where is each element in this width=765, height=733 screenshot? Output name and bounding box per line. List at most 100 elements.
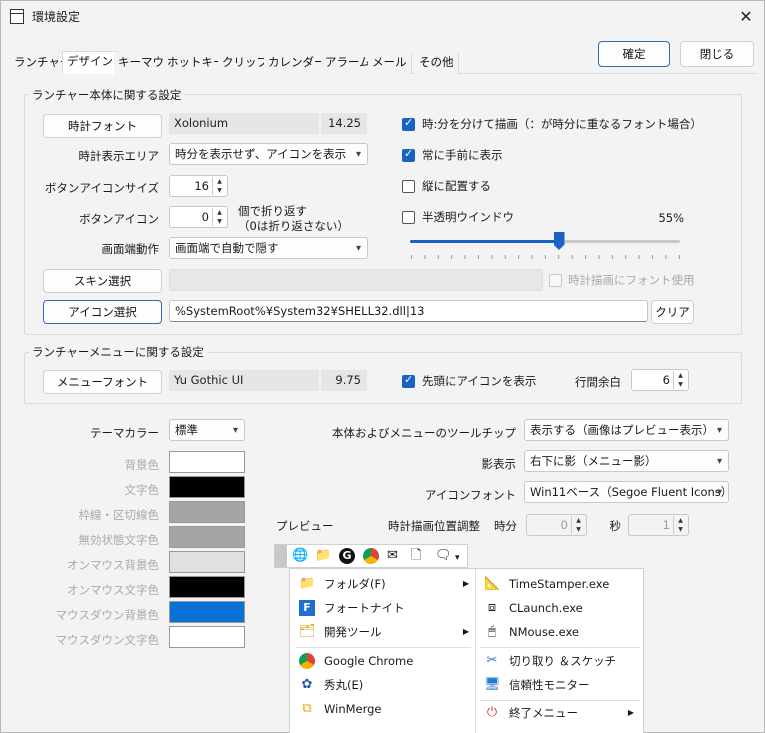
- close-button[interactable]: 閉じる: [680, 41, 754, 67]
- sec-label: 秒: [609, 519, 622, 533]
- clock-font-button[interactable]: 時計フォント: [43, 114, 162, 138]
- theme-color-select[interactable]: 標準 ▾: [169, 419, 245, 441]
- button-icon-size-label: ボタンアイコンサイズ: [44, 181, 159, 195]
- tooltip-label: 本体およびメニューのツールチップ: [332, 426, 516, 440]
- winmerge-icon: ⧉: [302, 701, 312, 716]
- button-icon-size-spinner[interactable]: 16 ▲ ▼: [169, 175, 228, 197]
- down-text-color-swatch[interactable]: [169, 626, 245, 648]
- down-bg-color-label: マウスダウン背景色: [55, 608, 160, 622]
- line-spacing-label: 行間余白: [575, 375, 621, 389]
- chevron-down-icon: ▾: [716, 456, 722, 467]
- hidemaru-icon: ✿: [301, 677, 313, 692]
- button-icon-spinner[interactable]: 0 ▲ ▼: [169, 206, 228, 228]
- g-app-icon[interactable]: G: [339, 548, 355, 564]
- menu-font-button[interactable]: メニューフォント: [43, 370, 162, 394]
- border-color-swatch[interactable]: [169, 501, 245, 523]
- icon-font-select[interactable]: Win11ベース（Segoe Fluent Icons） ▾: [524, 481, 729, 503]
- tab-mail[interactable]: メール: [368, 53, 412, 74]
- clock-area-select[interactable]: 時分を表示せず、アイコンを表示 ▾: [169, 143, 368, 165]
- clock-font-checkbox[interactable]: [549, 274, 562, 287]
- folder-icon[interactable]: 📁: [315, 548, 331, 564]
- menu-item-reliability[interactable]: 🖥 信頼性モニター: [484, 674, 634, 696]
- clock-font-checkbox-label: 時計描画にフォント使用: [568, 273, 695, 287]
- menu-separator: [296, 647, 471, 648]
- hour-value: 0: [560, 518, 568, 532]
- menu-item-label: Google Chrome: [324, 654, 414, 668]
- spinner-arrows-icon[interactable]: ▲ ▼: [571, 516, 585, 534]
- menu-separator: [480, 647, 640, 648]
- tab-design[interactable]: デザイン: [62, 51, 118, 74]
- menu-item-nmouse[interactable]: 🖱 NMouse.exe: [484, 621, 634, 643]
- menu-item-winmerge[interactable]: ⧉ WinMerge: [299, 698, 469, 720]
- chrome-icon[interactable]: [363, 548, 379, 564]
- split-draw-checkbox[interactable]: [402, 116, 415, 131]
- menu-item-fortnite[interactable]: F フォートナイト: [299, 597, 469, 619]
- menu-item-label: 信頼性モニター: [509, 678, 590, 692]
- monitor-icon: 🖥: [484, 677, 501, 692]
- menu-item-hidemaru[interactable]: ✿ 秀丸(E): [299, 674, 469, 696]
- spinner-arrows-icon[interactable]: ▲ ▼: [212, 208, 226, 226]
- chrome-icon: [299, 653, 315, 669]
- shadow-select[interactable]: 右下に影（メニュー影） ▾: [524, 450, 729, 472]
- line-spacing-spinner[interactable]: 6 ▲ ▼: [631, 369, 689, 391]
- tooltip-select[interactable]: 表示する（画像はプレビュー表示） ▾: [524, 419, 729, 441]
- menu-item-label: CLaunch.exe: [509, 601, 583, 615]
- spinner-arrows-icon[interactable]: ▲ ▼: [212, 177, 226, 195]
- dev-folder-icon: 🗂: [299, 624, 316, 639]
- menu-group-title: ランチャーメニューに関する設定: [29, 344, 207, 360]
- hover-bg-color-swatch[interactable]: [169, 551, 245, 573]
- hover-text-color-swatch[interactable]: [169, 576, 245, 598]
- topmost-checkbox[interactable]: [402, 147, 415, 162]
- menu-item-snip[interactable]: ✂ 切り取り ＆スケッチ: [484, 650, 634, 672]
- ok-button[interactable]: 確定: [598, 41, 670, 67]
- hour-spinner[interactable]: 0 ▲ ▼: [526, 514, 587, 536]
- bg-color-label: 背景色: [124, 458, 160, 472]
- menu-item-timestamper[interactable]: 📐 TimeStamper.exe: [484, 573, 634, 595]
- mouse-icon: 🖱: [488, 624, 496, 639]
- edge-action-select[interactable]: 画面端で自動で隠す ▾: [169, 237, 368, 259]
- menu-item-exit[interactable]: ⏻ 終了メニュー ▶: [484, 702, 634, 724]
- text-color-swatch[interactable]: [169, 476, 245, 498]
- spinner-arrows-icon[interactable]: ▲ ▼: [673, 371, 687, 389]
- icon-select-button[interactable]: アイコン選択: [43, 300, 162, 324]
- mail-icon[interactable]: ✉: [387, 548, 398, 564]
- chevron-down-icon: ▾: [232, 425, 238, 436]
- tab-other[interactable]: その他: [415, 53, 459, 74]
- menu-font-size: 9.75: [321, 370, 367, 391]
- menu-item-chrome[interactable]: Google Chrome: [299, 650, 469, 672]
- bg-color-swatch[interactable]: [169, 451, 245, 473]
- chat-icon[interactable]: 🗨: [435, 548, 452, 564]
- chevron-down-icon[interactable]: ▾: [455, 550, 460, 566]
- menu-item-devtools[interactable]: 🗂 開発ツール ▶: [299, 621, 469, 643]
- settings-window: 環境設定 ✕ ランチャー デザイン キーマウ ホットキー クリップ カレンダー …: [0, 0, 765, 733]
- text-color-label: 文字色: [124, 483, 160, 497]
- down-bg-color-swatch[interactable]: [169, 601, 245, 623]
- menu-item-label: 開発ツール: [324, 625, 382, 639]
- folder-icon: 📁: [299, 576, 316, 591]
- clear-button[interactable]: クリア: [651, 300, 694, 324]
- disabled-text-color-swatch[interactable]: [169, 526, 245, 548]
- skin-select-button[interactable]: スキン選択: [43, 269, 162, 293]
- translucent-checkbox[interactable]: [402, 211, 415, 224]
- menu-item-folder[interactable]: 📁 フォルダ(F) ▶: [299, 573, 469, 595]
- menu-item-label: WinMerge: [324, 702, 382, 716]
- sec-spinner[interactable]: 1 ▲ ▼: [628, 514, 689, 536]
- icon-first-checkbox[interactable]: [402, 373, 415, 388]
- menu-item-claunch[interactable]: ⧈ CLaunch.exe: [484, 597, 634, 619]
- down-text-color-label: マウスダウン文字色: [55, 633, 160, 647]
- tab-keymouse[interactable]: キーマウ: [114, 53, 169, 74]
- button-icon-value: 0: [201, 210, 209, 224]
- globe-icon[interactable]: 🌐: [292, 548, 308, 564]
- grip-handle[interactable]: [275, 545, 287, 567]
- menu-item-label: フォルダ(F): [324, 577, 386, 591]
- close-icon[interactable]: ✕: [734, 5, 758, 29]
- spinner-arrows-icon[interactable]: ▲ ▼: [673, 516, 687, 534]
- preview-launcher-bar: 🌐 📁 G ✉ 🗋 🗨 ▾: [274, 544, 468, 568]
- snip-icon: ✂: [486, 653, 498, 668]
- document-icon[interactable]: 🗋: [411, 548, 421, 564]
- vertical-checkbox[interactable]: [402, 180, 415, 193]
- chevron-down-icon: ▾: [355, 243, 361, 254]
- timestamper-icon: 📐: [484, 576, 501, 591]
- chevron-down-icon: ▾: [355, 149, 361, 160]
- icon-path-field[interactable]: %SystemRoot%¥System32¥SHELL32.dll|13: [169, 300, 648, 322]
